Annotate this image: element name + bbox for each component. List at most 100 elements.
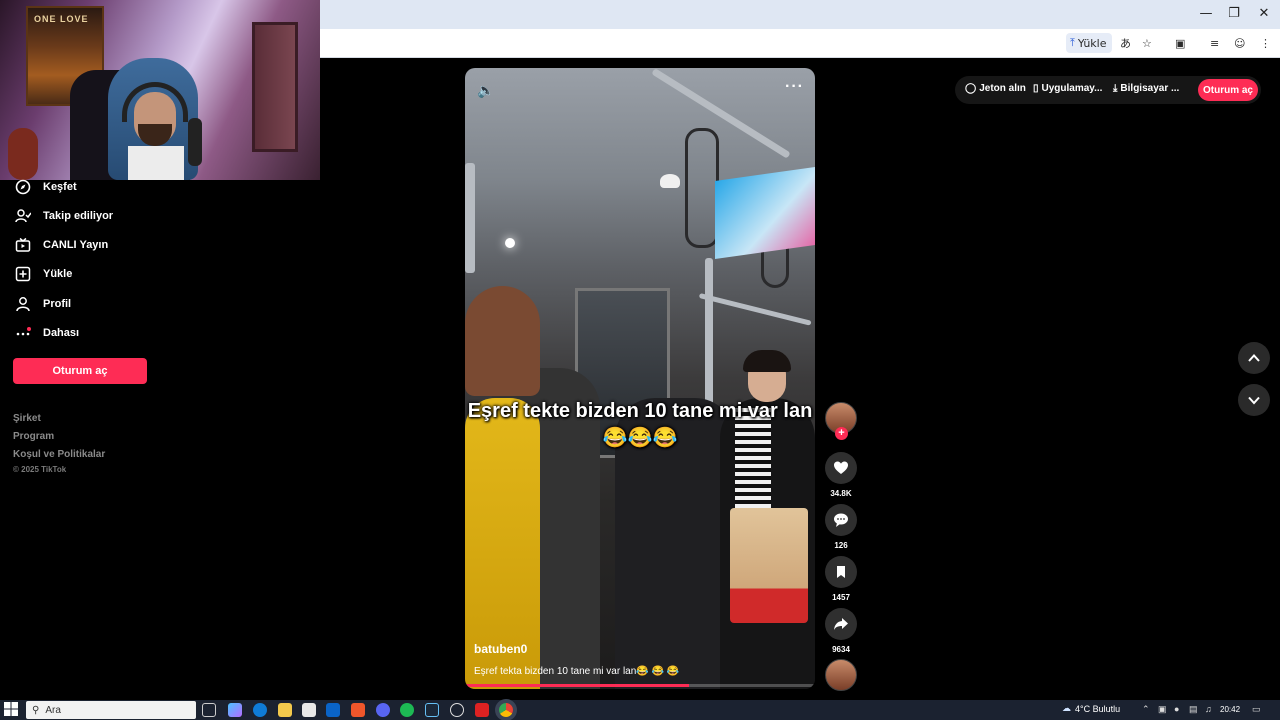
close-icon[interactable]: ✕ [1252,4,1276,24]
discord-icon[interactable] [376,703,390,717]
live-icon [13,235,33,255]
plus-square-icon [13,264,33,284]
chevron-down-icon [1248,396,1260,405]
cam-guitar [8,128,38,180]
sidebar-item-following[interactable]: Takip ediliyor [13,204,113,228]
like-button[interactable] [825,452,857,484]
footer-link-program[interactable]: Program [13,431,54,442]
comment-icon [834,513,848,527]
security-camera [660,174,680,188]
more-options-icon[interactable]: ··· [785,78,804,96]
sidebar-item-live[interactable]: CANLI Yayın [13,233,108,257]
sidebar-login-button[interactable]: Oturum aç [13,358,147,384]
sidebar-item-label: Dahası [43,327,80,339]
cam-microphone [188,118,202,166]
video-player[interactable]: 🔈 ··· Eşref tekte bizden 10 tane mi var … [465,68,815,689]
mail-icon[interactable] [326,703,340,717]
more-icon [13,323,33,343]
notification-icon[interactable]: ▭ [1252,704,1261,715]
sidebar-item-upload[interactable]: Yükle [13,262,72,286]
taskbar-search-placeholder: Ara [45,704,61,716]
sidebar-item-profile[interactable]: Profil [13,292,71,316]
tray-expand-icon[interactable]: ⌃ [1142,704,1150,715]
music-disc-avatar[interactable] [825,659,857,691]
bus-info-screen [715,166,815,260]
webcam-overlay: ONE LOVE [0,0,320,180]
top-login-button[interactable]: Oturum aç [1198,79,1258,101]
upload-icon: ⤒ [1070,36,1075,49]
video-caption-overlay: Eşref tekte bizden 10 tane mi var lan😂😂😂 [467,400,813,449]
sidebar-item-label: Profil [43,298,72,310]
extensions-icon[interactable]: ▣ [1175,33,1185,53]
browser-upload-label: Yükle [1077,36,1107,50]
sidebar-item-label: Takip ediliyor [43,210,114,222]
obs-icon[interactable] [450,703,464,717]
get-coins-label: Jeton alın [979,83,1026,94]
sound-icon[interactable]: 🔈 [477,82,494,99]
media-control-icon[interactable]: ≡ [1210,33,1219,53]
share-button[interactable] [825,608,857,640]
pole [465,163,475,273]
clock[interactable]: 20:42 [1220,705,1240,714]
copilot-icon[interactable] [228,703,242,717]
windows-start-icon[interactable] [4,702,18,716]
sidebar-item-explore[interactable]: Keşfet [13,175,77,199]
save-button[interactable] [825,556,857,588]
handrail [698,293,812,326]
cloud-icon: ☁ [1062,703,1071,713]
follow-plus-icon[interactable]: + [835,427,848,440]
cam-poster-text: ONE LOVE [34,14,89,24]
next-video-button[interactable] [1238,384,1270,416]
heart-icon [834,461,848,474]
bookmark-star-icon[interactable]: ☆ [1142,33,1152,53]
get-app-link[interactable]: ▯ Uygulamay... [1033,83,1102,94]
save-count: 1457 [832,593,850,602]
spotify-icon[interactable] [400,703,414,717]
comment-button[interactable] [825,504,857,536]
store-icon[interactable] [302,703,316,717]
cam-shirt [128,146,184,180]
sidebar-item-more[interactable]: Dahası [13,321,79,345]
person-icon [13,294,33,314]
comment-count: 126 [834,541,848,550]
ceiling-light [505,238,515,248]
file-explorer-icon[interactable] [278,703,292,717]
compass-icon [13,177,33,197]
restore-icon[interactable]: ❐ [1222,4,1246,24]
chrome-icon[interactable] [499,703,513,717]
desktop-app-link[interactable]: ⤓ Bilgisayar ... [1113,83,1179,94]
translate-icon[interactable]: あ [1120,33,1131,53]
bookmark-icon [837,566,845,578]
get-coins-link[interactable]: ◯ Jeton alın [965,83,1026,94]
steam-icon[interactable] [425,703,439,717]
pole [705,258,713,408]
minimize-icon[interactable]: — [1194,4,1218,24]
passenger-hair [743,350,791,372]
network-icon[interactable]: ▤ [1189,704,1198,715]
microphone-icon[interactable]: ● [1174,704,1179,714]
sidebar-item-label: CANLI Yayın [43,239,109,251]
footer-link-company[interactable]: Şirket [13,413,41,424]
video-progress-fill [465,684,689,687]
browser-upload-button[interactable]: ⤒ Yükle [1066,33,1112,53]
browser-menu-icon[interactable]: ⋮ [1260,33,1271,53]
brave-icon[interactable] [351,703,365,717]
edge-icon[interactable] [253,703,267,717]
weather-label: 4°C Bulutlu [1075,703,1121,714]
desktop-app-label: Bilgisayar ... [1120,83,1180,94]
tray-app-icon[interactable]: ▣ [1158,704,1167,715]
cam-door [252,22,298,152]
taskbar-search-input[interactable]: ⚲ Ara [26,701,196,719]
copyright: © 2025 TikTok [13,465,67,474]
previous-video-button[interactable] [1238,342,1270,374]
news-app-icon[interactable] [475,703,489,717]
volume-icon[interactable]: ♫ [1205,704,1212,714]
task-view-icon[interactable] [202,703,216,717]
profile-icon[interactable]: ☺ [1234,33,1245,53]
search-icon: ⚲ [32,704,40,716]
video-description: Eşref tekta bizden 10 tane mi var lan😂 😂… [474,666,680,677]
footer-link-terms[interactable]: Koşul ve Politikalar [13,449,105,460]
weather-widget[interactable]: ☁ 4°C Bulutlu [1062,703,1120,714]
following-icon [13,206,33,226]
video-username[interactable]: batuben0 [474,642,527,656]
